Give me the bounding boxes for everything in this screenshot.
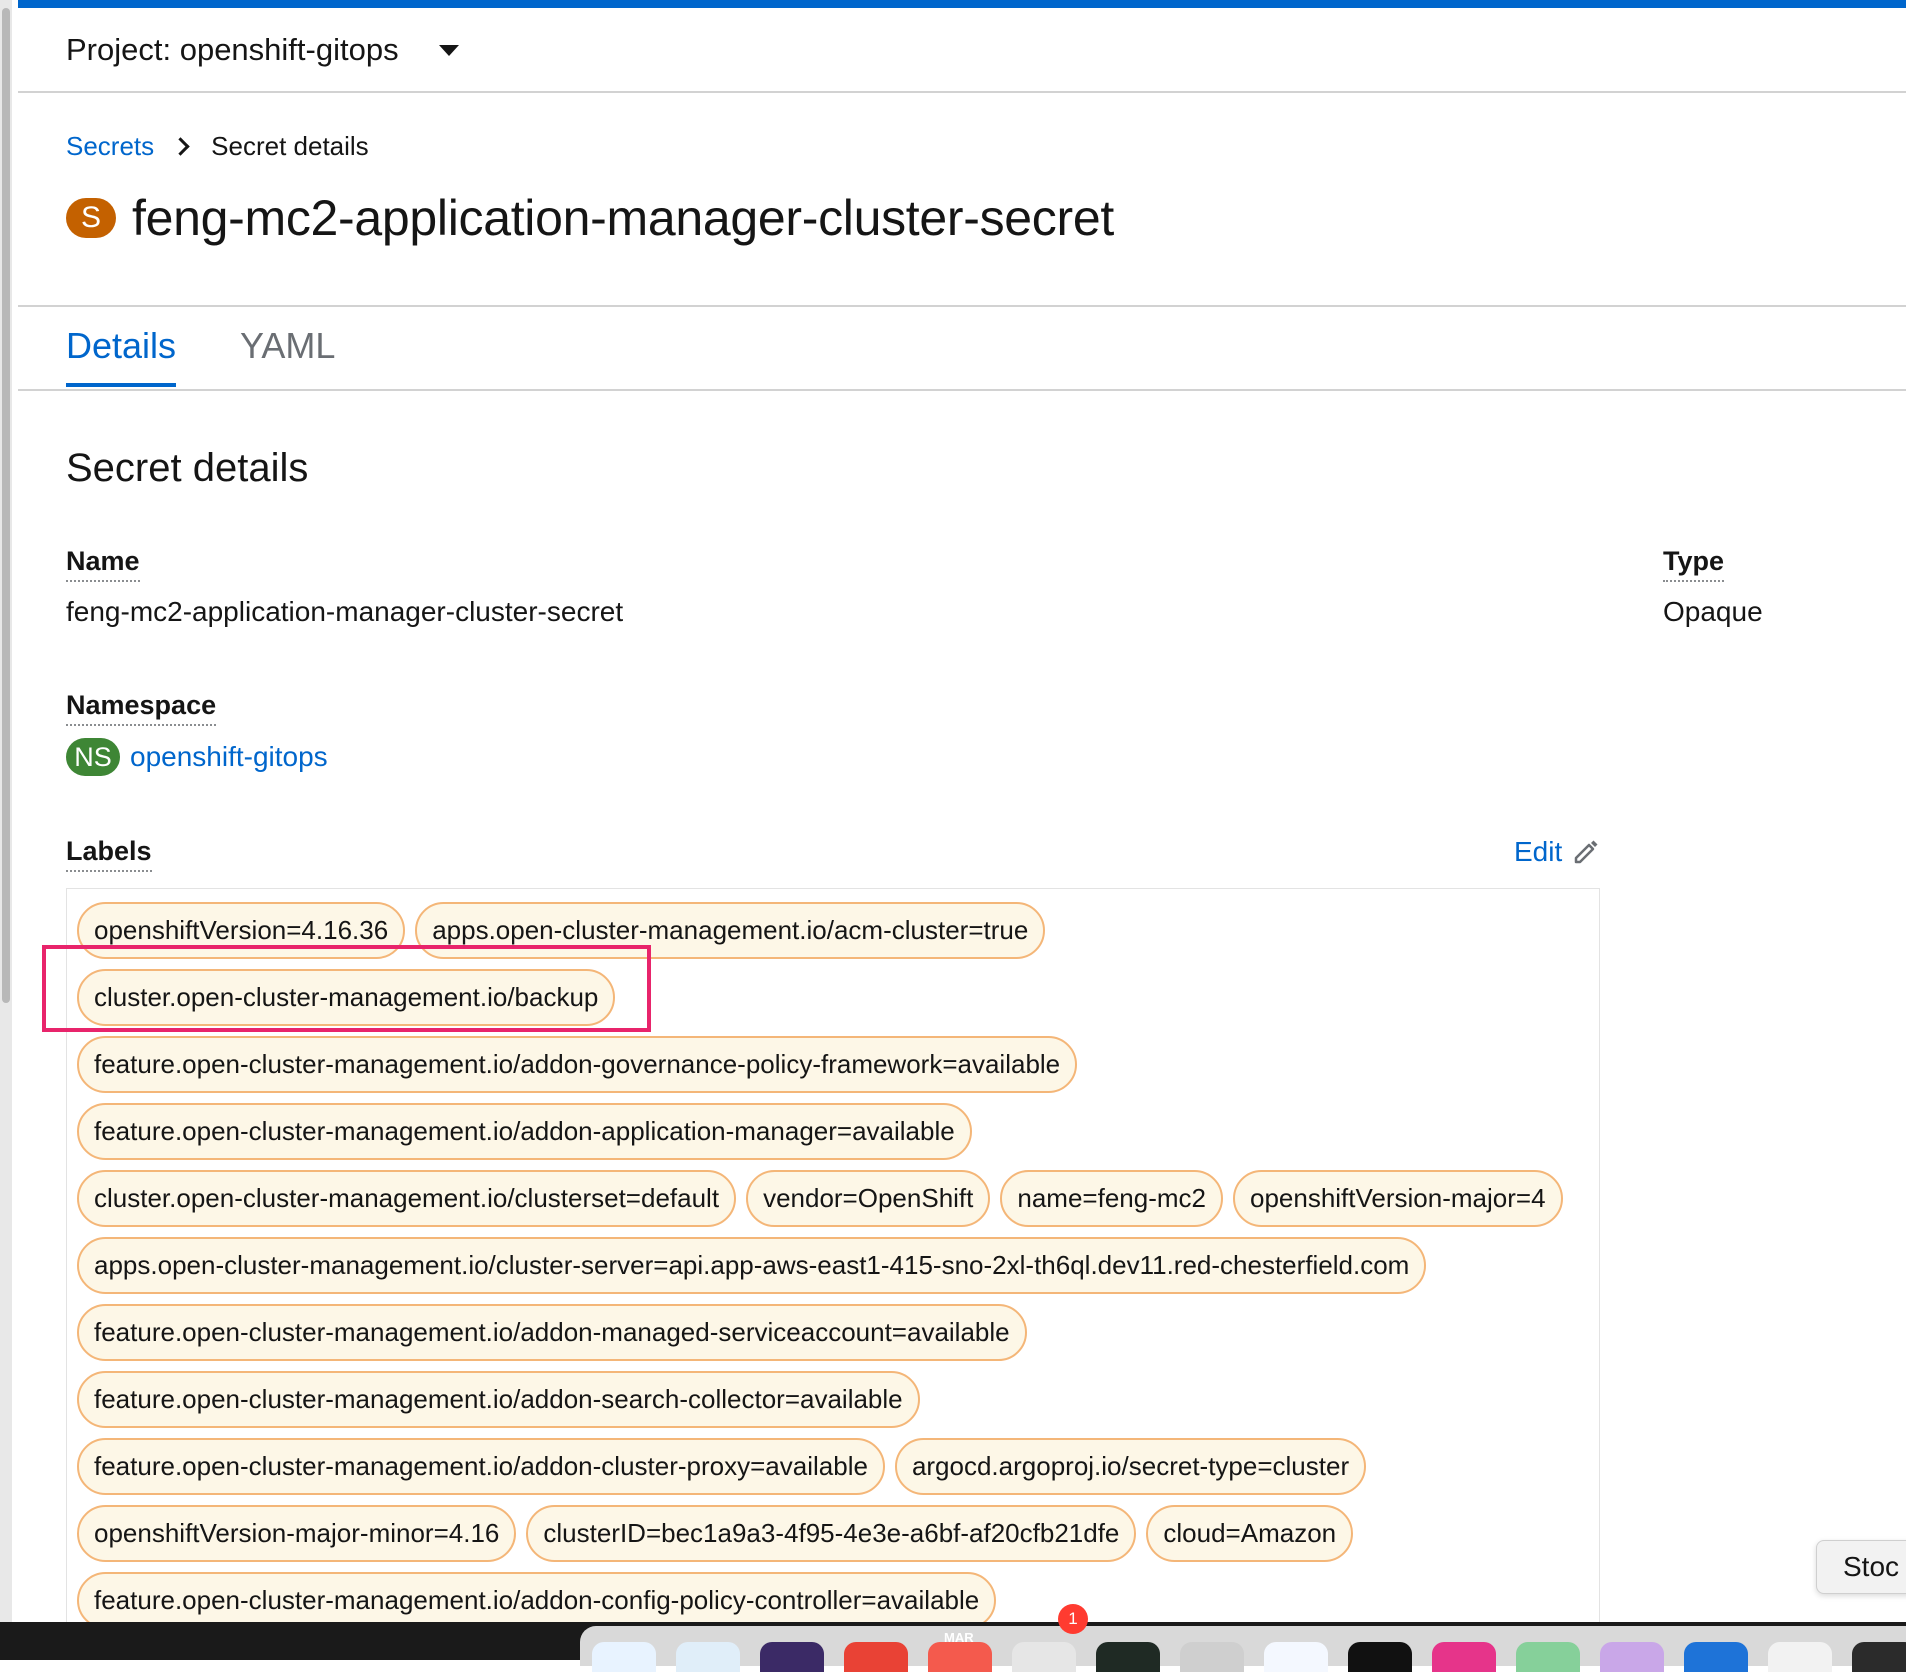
terminal-icon[interactable] [1348, 1642, 1412, 1672]
labels-list: openshiftVersion=4.16.36 apps.open-cluste… [66, 888, 1600, 1628]
label-chip: openshiftVersion-major-minor=4.16 [77, 1505, 517, 1562]
red-app-icon[interactable] [844, 1642, 908, 1672]
tab-details[interactable]: Details [66, 325, 176, 367]
left-scrollbar[interactable] [0, 0, 12, 1622]
green-app-icon[interactable] [1516, 1642, 1580, 1672]
activity-monitor-icon[interactable] [1096, 1642, 1160, 1672]
label-chip: openshiftVersion-major=4 [1232, 1170, 1563, 1227]
dock-tooltip: Stoc [1816, 1540, 1906, 1594]
label-chip: apps.open-cluster-management.io/cluster-… [77, 1237, 1427, 1294]
safari-icon[interactable] [676, 1642, 740, 1672]
page-title: feng-mc2-application-manager-cluster-sec… [132, 190, 1114, 246]
page-header: Secrets Secret details S feng-mc2-applic… [18, 93, 1906, 307]
project-bar: Project: openshift-gitops [18, 8, 1906, 93]
breadcrumb-link-secrets[interactable]: Secrets [66, 131, 154, 162]
browser-app-icon[interactable] [1684, 1642, 1748, 1672]
calendar-month-label: MAR [944, 1630, 974, 1645]
breadcrumb: Secrets Secret details [66, 131, 369, 162]
tab-bar: Details YAML [18, 307, 1906, 391]
label-chip: feature.open-cluster-management.io/addon… [77, 1036, 1078, 1093]
label-chip: vendor=OpenShift [746, 1170, 991, 1227]
type-value: Opaque [1663, 596, 1763, 627]
project-selector[interactable]: Project: openshift-gitops [66, 32, 459, 68]
finder-icon[interactable] [592, 1642, 656, 1672]
name-label: Name [66, 546, 140, 582]
namespace-link[interactable]: openshift-gitops [130, 741, 328, 773]
caret-down-icon [438, 45, 459, 56]
pink-app-icon[interactable] [1432, 1642, 1496, 1672]
label-chip: feature.open-cluster-management.io/addon… [77, 1304, 1027, 1361]
label-chip: argocd.argoproj.io/secret-type=cluster [894, 1438, 1367, 1495]
tab-yaml[interactable]: YAML [240, 325, 335, 367]
label-chip: feature.open-cluster-management.io/addon… [77, 1572, 997, 1627]
pencil-icon [1575, 840, 1598, 864]
title-row: S feng-mc2-application-manager-cluster-s… [66, 189, 1114, 247]
secret-resource-badge: S [66, 198, 116, 238]
left-scrollbar-thumb[interactable] [2, 8, 10, 1003]
label-chip: cluster.open-cluster-management.io/backu… [77, 969, 616, 1026]
code-editor-icon[interactable] [1264, 1642, 1328, 1672]
label-chip: feature.open-cluster-management.io/addon… [77, 1103, 972, 1160]
label-chip: name=feng-mc2 [1000, 1170, 1223, 1227]
namespace-label: Namespace [66, 690, 217, 726]
namespace-value: NS openshift-gitops [66, 738, 328, 776]
section-heading: Secret details [66, 446, 309, 490]
masthead-accent-bar [18, 0, 1906, 8]
project-selector-label: Project: openshift-gitops [66, 31, 399, 67]
settings-app-icon[interactable] [1012, 1642, 1076, 1672]
notification-badge: 1 [1058, 1604, 1088, 1634]
edit-labels-label: Edit [1514, 836, 1563, 867]
labels-label: Labels [66, 836, 152, 872]
gray-app-icon[interactable] [1180, 1642, 1244, 1672]
label-chip: cluster.open-cluster-management.io/clust… [77, 1170, 737, 1227]
label-chip: apps.open-cluster-management.io/acm-clus… [415, 902, 1046, 959]
calendar-icon[interactable] [928, 1642, 992, 1672]
label-chip: feature.open-cluster-management.io/addon… [77, 1371, 920, 1428]
edit-labels-button[interactable]: Edit [1514, 836, 1600, 868]
type-label: Type [1663, 546, 1725, 582]
chevron-right-icon [171, 137, 190, 156]
chat-app-icon[interactable] [1768, 1642, 1832, 1672]
name-value: feng-mc2-application-manager-cluster-sec… [66, 596, 624, 627]
label-chip: feature.open-cluster-management.io/addon… [77, 1438, 885, 1495]
breadcrumb-current: Secret details [211, 131, 369, 161]
label-chip: clusterID=bec1a9a3-4f95-4e3e-a6bf-af20cf… [526, 1505, 1137, 1562]
label-chip: openshiftVersion=4.16.36 [77, 902, 406, 959]
music-app-icon[interactable] [760, 1642, 824, 1672]
namespace-resource-badge: NS [66, 738, 120, 776]
active-tab-indicator [66, 383, 176, 387]
label-chip: cloud=Amazon [1146, 1505, 1354, 1562]
purple-app-icon[interactable] [1600, 1642, 1664, 1672]
dark-app-icon[interactable] [1852, 1642, 1906, 1672]
